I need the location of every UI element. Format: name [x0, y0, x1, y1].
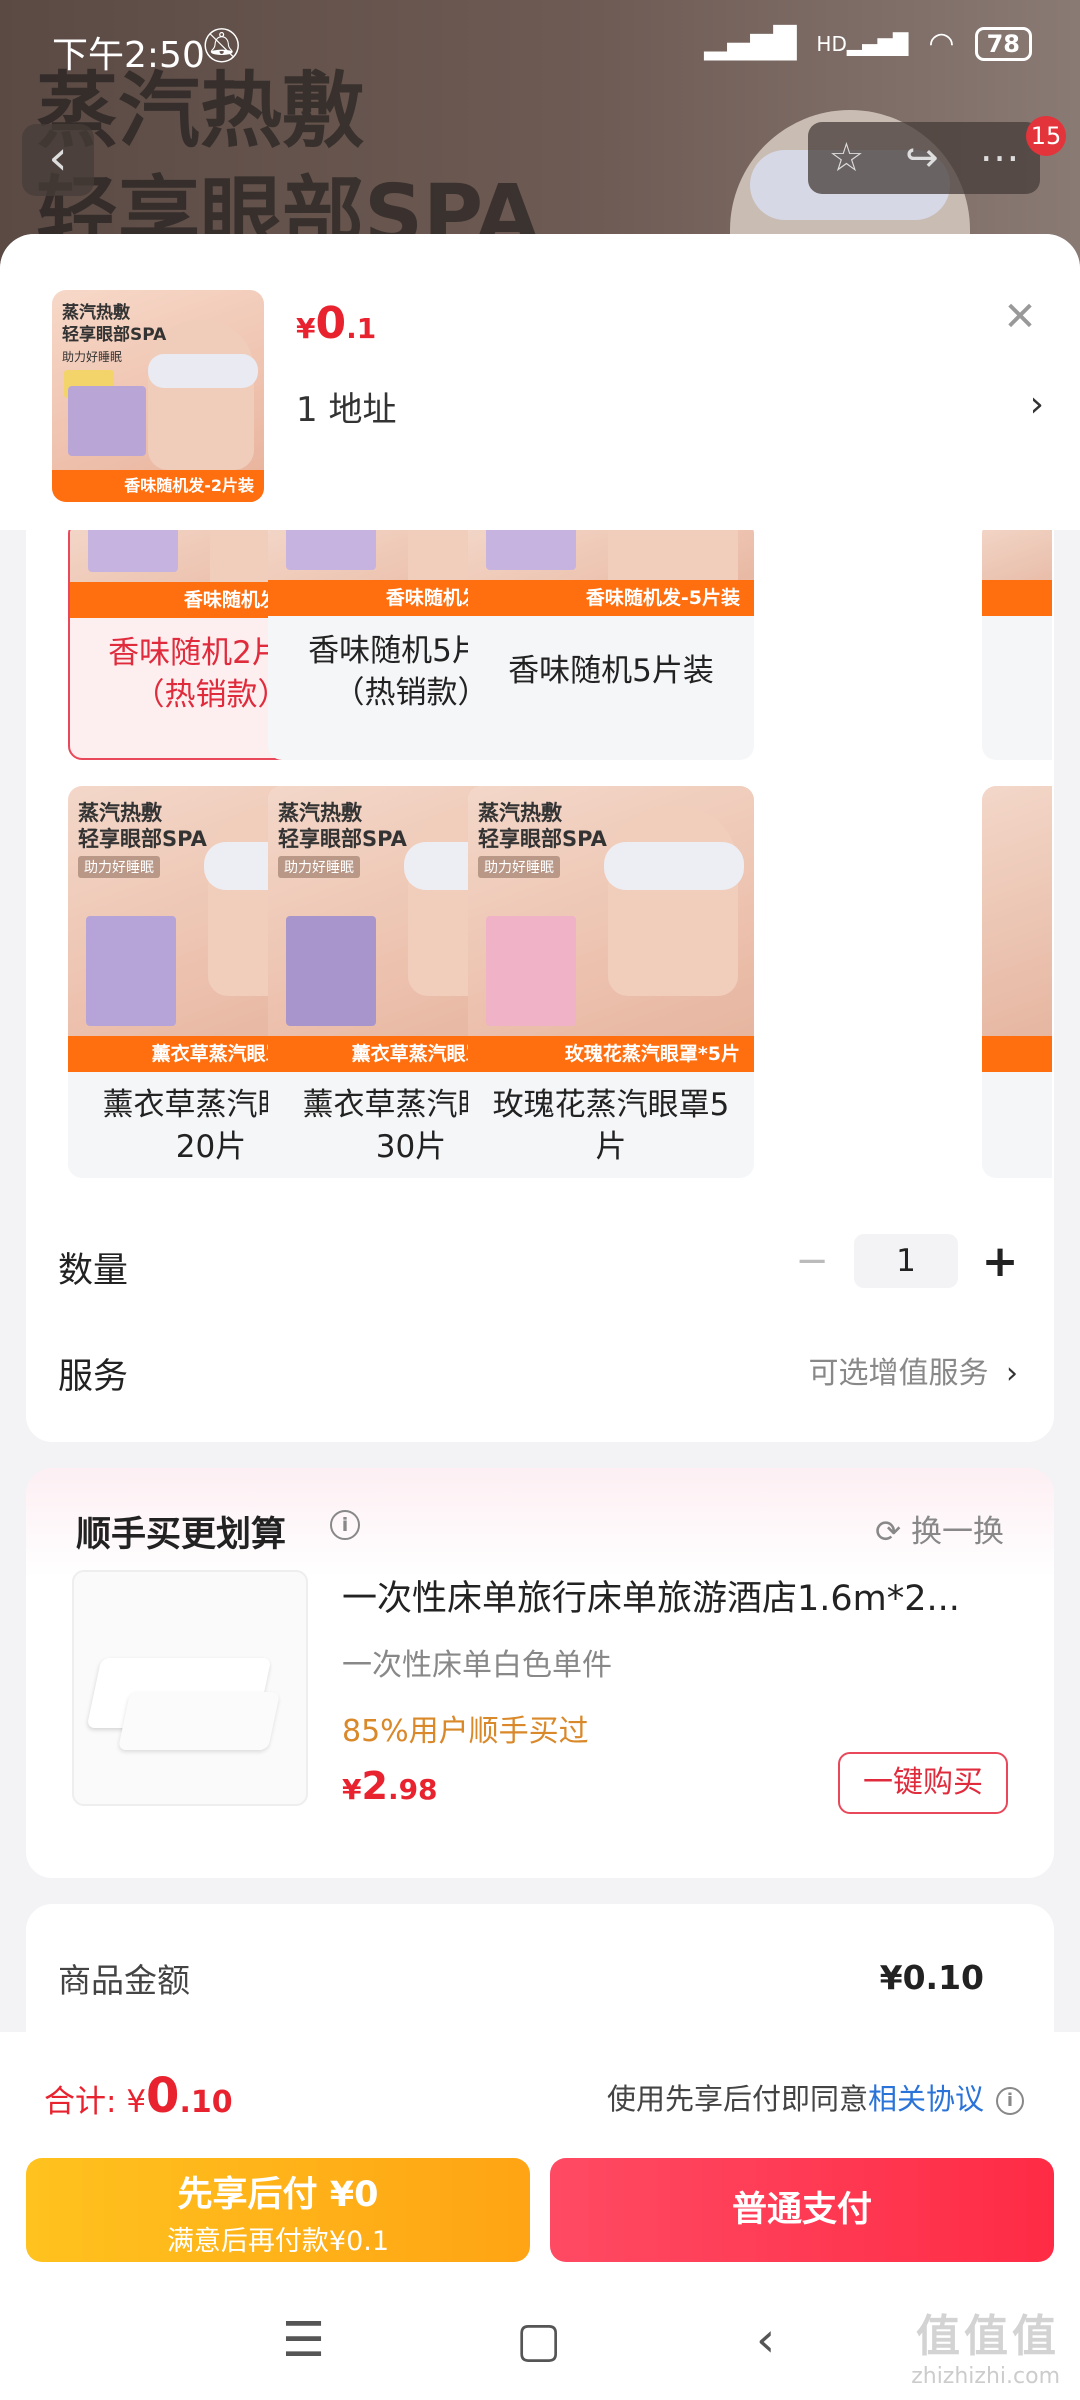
refresh-icon: ⟳	[875, 1514, 902, 1550]
selected-price: ¥0.1	[296, 298, 377, 349]
amount-label: 商品金额	[58, 1961, 190, 2000]
addon-social-proof: 85%用户顺手买过	[342, 1714, 589, 1749]
addon-card: 顺手买更划算 i ⟳ 换一换 一次性床单旅行床单旅游酒店1.6m*2... 一次…	[26, 1468, 1054, 1878]
agreement-link[interactable]: 相关协议	[868, 2082, 984, 2116]
address-selector[interactable]: 1 地址	[296, 382, 396, 431]
home-icon[interactable]: ▢	[516, 2312, 561, 2368]
addon-price: ¥2.98	[342, 1764, 438, 1808]
close-icon[interactable]: ✕	[994, 292, 1046, 344]
top-actions: ☆ ↪ ⋯	[808, 122, 1040, 194]
battery-icon: 78	[974, 26, 1032, 61]
variant-strip: 玫瑰花蒸汽眼罩*5片	[468, 1036, 754, 1072]
service-label: 服务	[58, 1357, 129, 1397]
share-icon[interactable]: ↪	[905, 135, 939, 181]
back-button[interactable]: ‹	[22, 124, 94, 196]
variant-label: 玫瑰花蒸汽眼罩5 片	[492, 1087, 730, 1165]
info-icon[interactable]: i	[996, 2087, 1024, 2115]
wifi-icon: ◠	[928, 26, 955, 61]
hd-signal-icon: HD▂▄▆█	[816, 31, 909, 56]
decrease-button[interactable]: −	[792, 1238, 832, 1284]
signal-icon: ▂▄▆█	[704, 26, 797, 61]
sku-sheet: 蒸汽热敷 轻享眼部SPA 助力好睡眠 香味随机发-2片装 ¥0.1 1 地址 ›…	[0, 234, 1080, 2034]
amount-value: ¥0.10	[879, 1958, 984, 1997]
status-bar: 下午2:50 🔕︎ ▂▄▆█ HD▂▄▆█ ◠ 78	[0, 0, 1080, 90]
star-icon[interactable]: ☆	[828, 135, 864, 181]
product-thumbnail[interactable]: 蒸汽热敷 轻享眼部SPA 助力好睡眠 香味随机发-2片装	[52, 290, 264, 502]
variant-strip: 香味随机发-5片装	[468, 580, 754, 616]
addon-product-image[interactable]	[72, 1570, 308, 1806]
variant-label: 香味随机5片装	[508, 653, 714, 689]
amount-card: 商品金额 ¥0.10	[26, 1904, 1054, 2034]
variant-image: 香味随机发-5片装	[468, 530, 754, 616]
notification-badge: 15	[1026, 116, 1066, 156]
normal-pay-button[interactable]: 普通支付	[550, 2158, 1054, 2262]
info-icon[interactable]: i	[330, 1510, 360, 1540]
one-click-buy-button[interactable]: 一键购买	[838, 1752, 1008, 1814]
quantity-stepper: − 1 +	[792, 1234, 1020, 1288]
more-icon[interactable]: ⋯	[980, 135, 1020, 181]
addon-product-name[interactable]: 一次性床单旅行床单旅游酒店1.6m*2...	[342, 1570, 1022, 1621]
sheet-header: 蒸汽热敷 轻享眼部SPA 助力好睡眠 香味随机发-2片装 ¥0.1 1 地址 ›…	[0, 234, 1080, 530]
increase-button[interactable]: +	[980, 1236, 1020, 1287]
addon-product-spec: 一次性床单白色单件	[342, 1648, 612, 1683]
variant-option-peek[interactable]	[982, 530, 1052, 760]
pay-later-button[interactable]: 先享后付 ¥0 满意后再付款¥0.1	[26, 2158, 530, 2262]
variant-option[interactable]: 蒸汽热敷 轻享眼部SPA 助力好睡眠 玫瑰花蒸汽眼罩*5片玫瑰花蒸汽眼罩5 片	[468, 786, 754, 1178]
quantity-label: 数量	[58, 1251, 129, 1291]
agreement-text: 使用先享后付即同意相关协议 i	[607, 2076, 1024, 2118]
back-icon[interactable]: ‹	[756, 2312, 775, 2368]
addon-title: 顺手买更划算	[76, 1515, 287, 1555]
service-selector[interactable]: 可选增值服务 ›	[808, 1348, 1018, 1392]
chevron-right-icon: ›	[1006, 1356, 1018, 1391]
mute-icon: 🔕︎	[200, 26, 244, 66]
variant-option-peek[interactable]	[982, 786, 1052, 1178]
variants-card: 香味随机发-2片装 香味随机2片装 （热销款） 香味随机发-5片装 香味随机5片装 （热销…	[26, 530, 1054, 1442]
status-time: 下午2:50	[52, 35, 205, 76]
watermark: 值值值 zhizhizhi.com	[911, 2311, 1060, 2389]
variant-image: 蒸汽热敷 轻享眼部SPA 助力好睡眠 玫瑰花蒸汽眼罩*5片	[468, 786, 754, 1072]
variant-option[interactable]: 香味随机发-5片装 香味随机5片装	[468, 530, 754, 760]
quantity-input[interactable]: 1	[854, 1234, 958, 1288]
menu-icon[interactable]: ☰	[282, 2312, 325, 2368]
swap-button[interactable]: ⟳ 换一换	[875, 1506, 1004, 1551]
total-price: 合计: ¥0.10	[44, 2068, 233, 2124]
chevron-right-icon[interactable]: ›	[1030, 384, 1044, 425]
